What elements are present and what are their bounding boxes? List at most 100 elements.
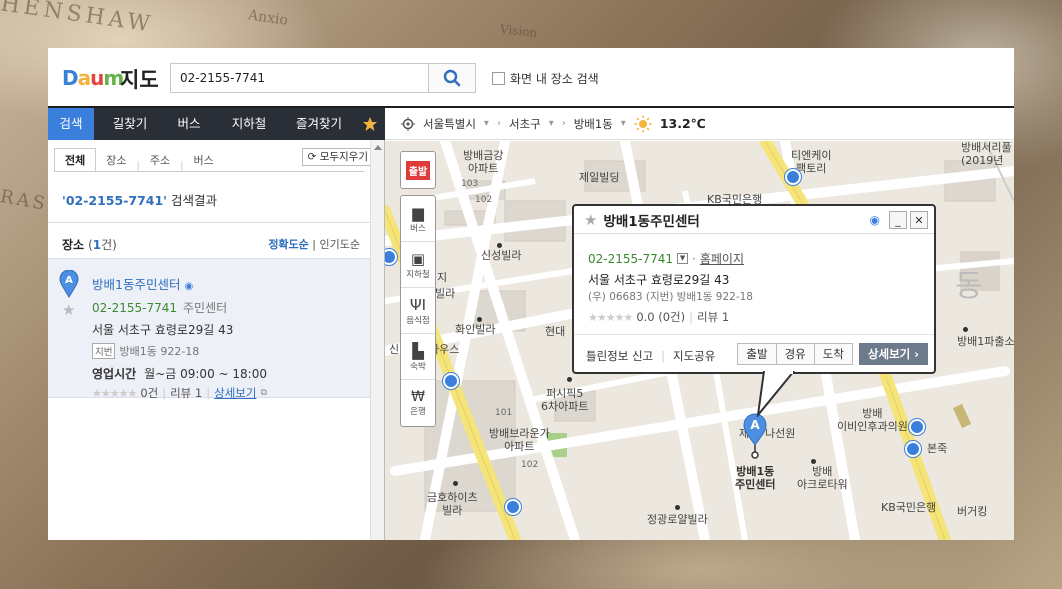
roadview-icon[interactable]: ◉	[184, 281, 193, 292]
tab-directions[interactable]: 길찾기	[94, 108, 166, 140]
category-label: 숙박	[410, 361, 426, 372]
subway-icon: ▣	[410, 249, 426, 268]
map-label[interactable]: 방배서리풀 (2019년	[961, 141, 1012, 167]
breadcrumb-district[interactable]: 서초구	[509, 116, 541, 132]
marker-a-icon[interactable]: A	[743, 413, 767, 461]
info-detail-button[interactable]: 상세보기 ›	[858, 343, 928, 365]
poi-dot-icon[interactable]	[675, 505, 680, 510]
map-label: 동	[955, 269, 983, 304]
section-title: 장소	[62, 238, 85, 252]
minimize-button[interactable]: _	[889, 211, 907, 229]
map-label[interactable]: KB국민은행	[881, 501, 936, 514]
favorite-star-icon[interactable]: ★	[584, 211, 597, 229]
roadview-icon[interactable]: ◉	[870, 211, 880, 229]
result-suffix: 검색결과	[167, 193, 217, 208]
category-subway-button[interactable]: ▣ 지하철	[401, 242, 435, 288]
separator: |	[206, 386, 211, 400]
map-label[interactable]: 금호하이츠 빌라	[427, 491, 478, 517]
info-place-name[interactable]: 방배1동주민센터	[603, 210, 699, 230]
scroll-up-icon[interactable]	[374, 145, 382, 150]
poi-dot-icon[interactable]	[453, 481, 458, 486]
map-label[interactable]: 방배1파출소	[957, 335, 1014, 348]
category-bus-button[interactable]: ▆ 버스	[401, 196, 435, 242]
tab-subway[interactable]: 지하철	[212, 108, 286, 140]
separator: |	[689, 310, 694, 324]
map-label[interactable]: 본죽	[927, 442, 947, 455]
sun-icon	[634, 115, 652, 132]
sort-popular[interactable]: 인기도순	[320, 238, 360, 251]
close-button[interactable]: ✕	[910, 211, 928, 229]
sort-options: 정확도순 | 인기도순	[268, 236, 360, 253]
poi-dot-icon[interactable]	[477, 317, 482, 322]
category-label: 음식점	[406, 315, 430, 326]
tab-bus[interactable]: 버스	[166, 108, 212, 140]
start-point-button[interactable]: 출발	[400, 151, 436, 189]
info-address: 서울 서초구 효령로29길 43	[588, 273, 730, 287]
location-target-icon[interactable]	[401, 116, 415, 131]
map-label[interactable]: 방배 아크로타워	[797, 465, 848, 491]
list-item[interactable]: A ★ 방배1동주민센터 ◉ 02-2155-7741 주민센터 서울 서초구 효…	[48, 258, 370, 401]
poi-dot-icon[interactable]	[497, 243, 502, 248]
bus-stop-icon[interactable]	[905, 441, 921, 457]
bus-stop-icon[interactable]	[785, 169, 801, 185]
breadcrumb-city[interactable]: 서울특별시	[423, 116, 476, 132]
map-label[interactable]: 방배금강 아파트	[463, 149, 503, 175]
map-label[interactable]: 제일빌딩	[579, 171, 619, 184]
sort-accuracy[interactable]: 정확도순	[268, 238, 308, 251]
in-screen-search-checkbox[interactable]: 화면 내 장소 검색	[492, 70, 599, 87]
favorite-star-button[interactable]	[355, 108, 385, 140]
subtab-all[interactable]: 전체	[54, 148, 97, 172]
map-label: 101	[495, 408, 513, 418]
favorite-star-icon[interactable]: ★	[62, 301, 75, 319]
tab-favorites[interactable]: 즐겨찾기	[286, 108, 352, 140]
route-start-button[interactable]: 출발	[737, 343, 777, 365]
map-label[interactable]: 방배브라운가 아파트	[489, 427, 550, 453]
jibun-badge: 지번	[92, 343, 116, 359]
chevron-down-icon: ▾	[620, 118, 626, 129]
search-button[interactable]	[428, 63, 476, 93]
poi-dot-icon[interactable]	[811, 459, 816, 464]
detail-link[interactable]: 상세보기	[214, 385, 256, 401]
chevron-down-icon[interactable]: ▼	[677, 253, 689, 264]
category-bank-button[interactable]: ₩ 은행	[401, 380, 435, 426]
map-label[interactable]: 버거킹	[957, 505, 987, 518]
review-count[interactable]: 리뷰 1	[170, 385, 202, 401]
homepage-link[interactable]: 홈페이지	[700, 250, 744, 267]
poi-dot-icon[interactable]	[567, 377, 572, 382]
route-via-button[interactable]: 경유	[775, 343, 815, 365]
route-arrive-button[interactable]: 도착	[813, 343, 853, 365]
map-label[interactable]: 퍼시픽5 6차아파트	[541, 387, 588, 413]
place-name-link[interactable]: 방배1동주민센터 ◉	[92, 274, 193, 293]
logo-letter: D	[62, 66, 79, 90]
tab-search[interactable]: 검색	[48, 108, 94, 140]
map-label[interactable]: 화인빌라	[455, 323, 495, 336]
daum-logo[interactable]: Daum	[62, 66, 124, 90]
map-label[interactable]: 방배 이비인후과의원	[837, 407, 908, 433]
map-label: 103	[461, 179, 479, 189]
clear-all-button[interactable]: ⟳ 모두지우기	[301, 148, 374, 166]
bus-stop-icon[interactable]	[505, 499, 521, 515]
bus-stop-icon[interactable]	[443, 373, 459, 389]
subtab-place[interactable]: 장소	[96, 150, 136, 172]
category-lodging-button[interactable]: ▙ 숙박	[401, 334, 435, 380]
map-service-title[interactable]: 지도	[120, 64, 159, 94]
map-label[interactable]: 신성빌라	[481, 249, 521, 262]
bus-stop-icon[interactable]	[909, 419, 925, 435]
temperature: 13.2℃	[659, 116, 706, 131]
subtab-bus[interactable]: 버스	[184, 150, 224, 172]
checkbox-box[interactable]	[492, 72, 505, 85]
poi-dot-icon[interactable]	[963, 327, 968, 332]
report-error-link[interactable]: 틀린정보 신고	[586, 348, 653, 364]
map-label-destination[interactable]: 방배1동 주민센터	[735, 465, 775, 491]
result-heading: '02-2155-7741' 검색결과	[62, 190, 217, 209]
panel-scrollbar[interactable]	[370, 140, 384, 540]
breadcrumb-dong[interactable]: 방배1동	[574, 116, 613, 132]
subtab-address[interactable]: 주소	[140, 150, 180, 172]
search-input[interactable]	[171, 64, 421, 92]
chevron-down-icon: ▾	[483, 118, 489, 129]
category-restaurant-button[interactable]: ΨI 음식점	[401, 288, 435, 334]
info-review[interactable]: 리뷰 1	[697, 309, 729, 325]
star-icon	[363, 117, 377, 131]
map-label[interactable]: 정광로얄빌라	[647, 513, 708, 526]
share-map-link[interactable]: 지도공유	[673, 348, 715, 364]
